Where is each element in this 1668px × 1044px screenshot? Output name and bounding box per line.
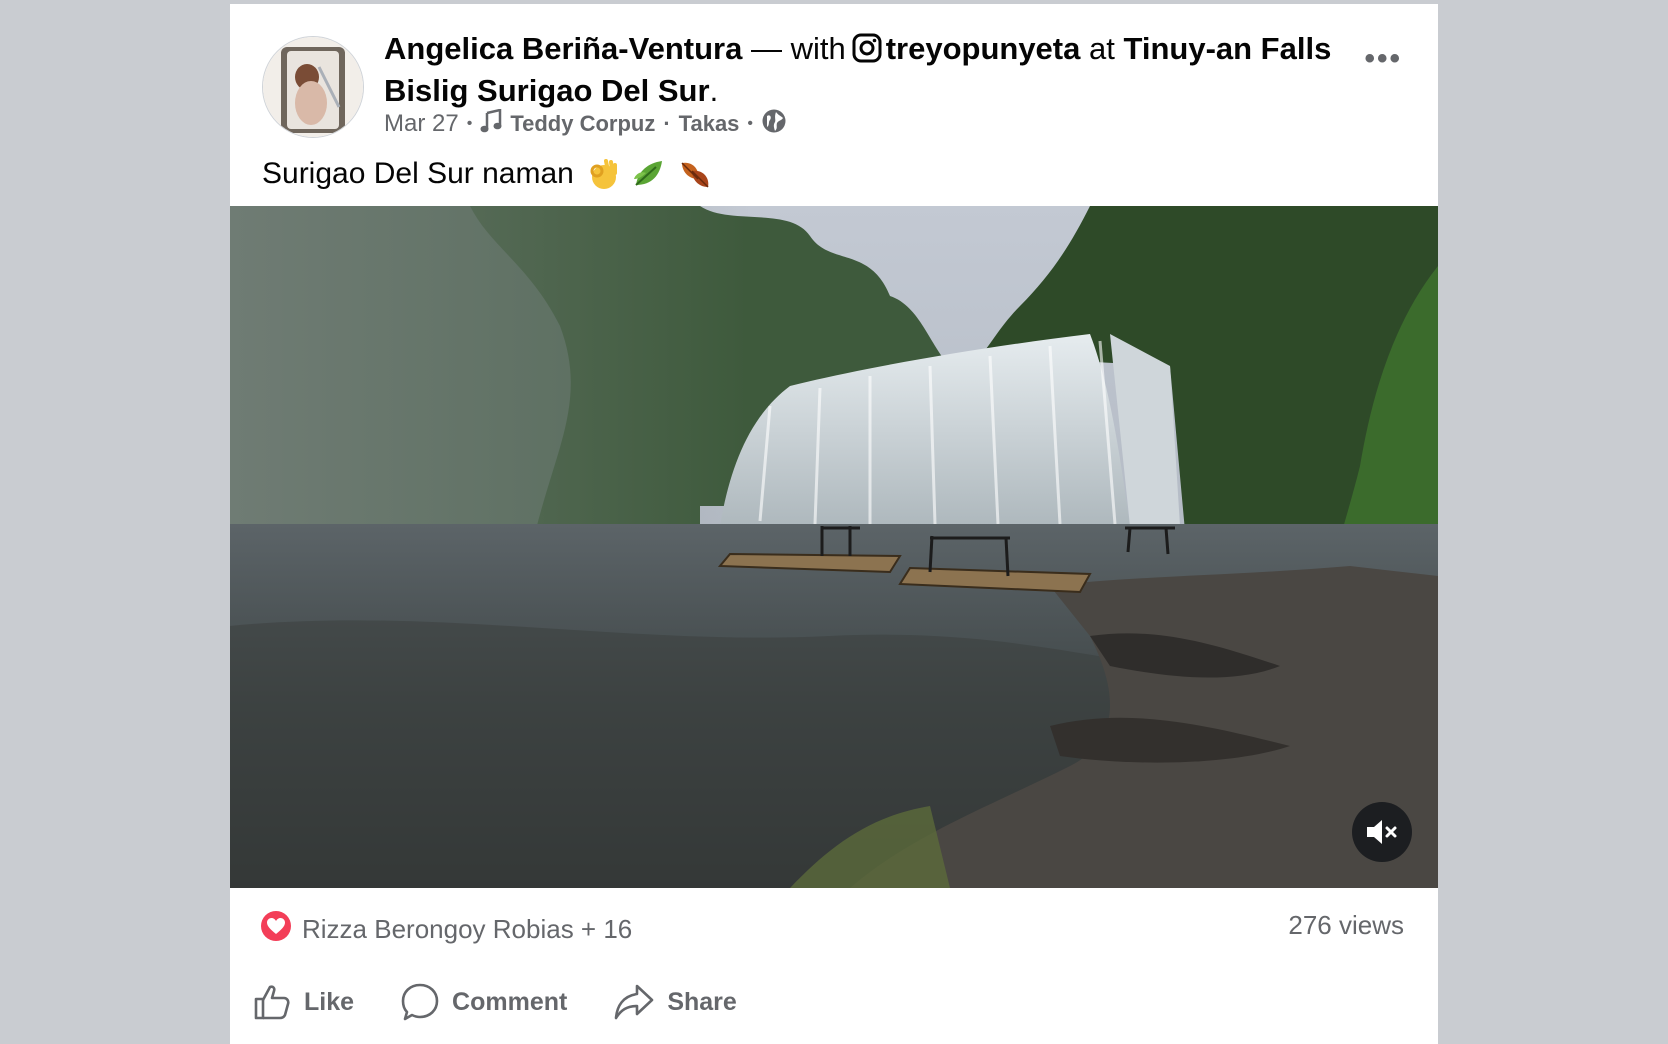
author-name[interactable]: Angelica Beriña-Ventura [384, 31, 742, 66]
speaker-muted-icon [1367, 820, 1397, 844]
meta-separator: • [466, 115, 473, 132]
post-meta: Mar 27 • Teddy Corpuz · Takas • [384, 107, 787, 141]
place-name[interactable]: Tinuy-an Falls [1123, 31, 1331, 66]
post-card: Angelica Beriña-Ventura — with treyopunye… [230, 4, 1438, 1044]
reactions-summary[interactable]: Rizza Berongoy Robias + 16 [260, 910, 632, 949]
meta-separator: • [747, 115, 754, 132]
music-note-icon [480, 107, 502, 140]
comment-icon [401, 983, 439, 1021]
place-suffix: . [709, 73, 719, 108]
tagged-user[interactable]: treyopunyeta [886, 31, 1081, 66]
instagram-icon [852, 33, 882, 72]
caption-text: Surigao Del Sur naman [262, 157, 574, 190]
at-text: at [1080, 31, 1124, 66]
comment-button[interactable]: Comment [400, 982, 567, 1022]
love-reaction-icon [260, 910, 292, 949]
more-options-button[interactable]: ••• [1364, 42, 1402, 76]
globe-icon[interactable] [761, 108, 787, 141]
post-caption: Surigao Del Sur naman [262, 154, 712, 194]
thumbs-up-icon [254, 985, 290, 1020]
fallen-leaves-emoji-icon [678, 157, 712, 191]
share-label: Share [667, 987, 737, 1016]
post-header-text: Angelica Beriña-Ventura — with treyopunye… [384, 30, 1354, 110]
reactions-text: Rizza Berongoy Robias + 16 [302, 914, 633, 944]
with-text: — with [742, 31, 846, 66]
song-artist[interactable]: Teddy Corpuz [510, 111, 655, 137]
song-separator: · [663, 111, 671, 136]
view-count[interactable]: 276 views [1288, 910, 1404, 941]
mute-toggle-button[interactable] [1352, 802, 1412, 862]
post-video[interactable] [230, 206, 1438, 888]
waterfall-scene [230, 206, 1438, 888]
ok-hand-emoji-icon [586, 157, 620, 191]
place-location[interactable]: Bislig Surigao Del Sur [384, 73, 710, 108]
share-icon [615, 984, 654, 1020]
comment-label: Comment [452, 987, 568, 1016]
song-title[interactable]: Takas [679, 111, 740, 137]
action-bar: Like Comment Share [252, 982, 737, 1022]
post-date[interactable]: Mar 27 [384, 110, 459, 138]
share-button[interactable]: Share [613, 982, 737, 1022]
like-button[interactable]: Like [252, 982, 354, 1022]
leaf-emoji-icon [632, 157, 666, 191]
like-label: Like [304, 987, 355, 1016]
author-avatar[interactable] [262, 36, 364, 138]
